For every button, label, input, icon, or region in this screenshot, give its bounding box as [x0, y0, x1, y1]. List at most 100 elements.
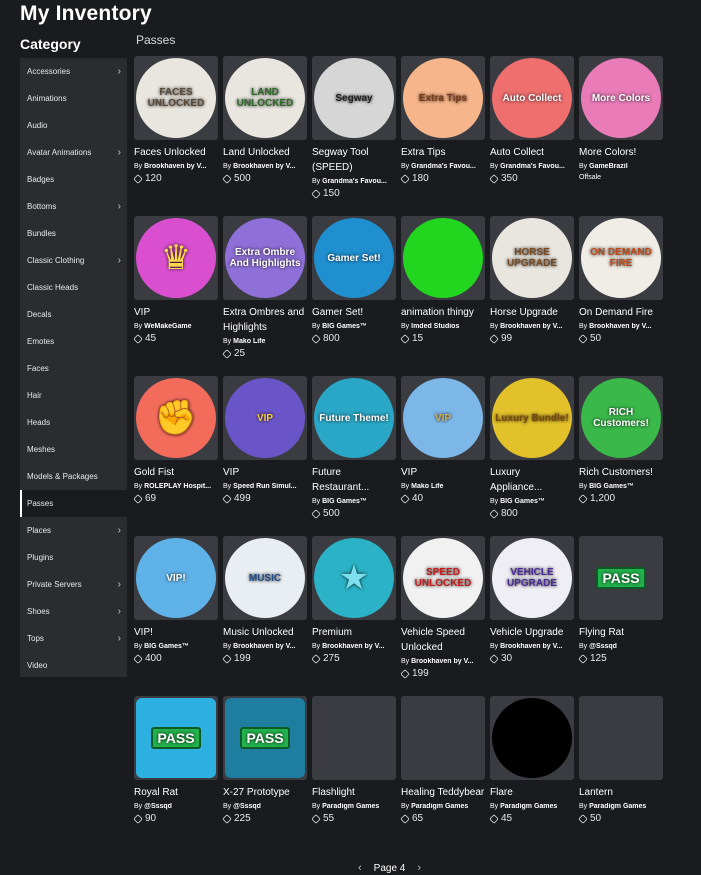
pass-name[interactable]: Premium	[312, 625, 396, 640]
sidebar-item-classic-heads[interactable]: Classic Heads	[20, 274, 127, 301]
pass-thumbnail[interactable]: Gamer Set!	[312, 216, 396, 300]
pass-thumbnail[interactable]: Extra Tips	[401, 56, 485, 140]
pass-name[interactable]: Flying Rat	[579, 625, 663, 640]
pass-creator[interactable]: By Mako Life	[401, 483, 485, 490]
pass-card[interactable]: VIP! VIP! By BIG Games™ 400	[133, 536, 218, 696]
pass-card[interactable]: SPEED UNLOCKED Vehicle Speed Unlocked By B…	[400, 536, 485, 696]
sidebar-item-emotes[interactable]: Emotes	[20, 328, 127, 355]
sidebar-item-bundles[interactable]: Bundles	[20, 220, 127, 247]
pass-card[interactable]: ★ Premium By Brookhaven by V... 275	[311, 536, 396, 696]
pass-card[interactable]: Gamer Set! Gamer Set! By BIG Games™ 800	[311, 216, 396, 376]
pass-card[interactable]: ✊ Gold Fist By ROLEPLAY Hospit... 69	[133, 376, 218, 536]
pass-name[interactable]: Gold Fist	[134, 465, 218, 480]
sidebar-item-passes[interactable]: Passes	[20, 490, 127, 517]
pass-creator[interactable]: By Brookhaven by V...	[490, 643, 574, 650]
pass-name[interactable]: Flare	[490, 785, 574, 800]
pass-card[interactable]: More Colors More Colors! By GameBrazil Offs…	[579, 56, 663, 216]
pass-name[interactable]: Extra Tips	[401, 145, 485, 160]
pass-name[interactable]: Segway Tool (SPEED)	[312, 145, 396, 175]
pass-creator[interactable]: By Imded Studios	[401, 323, 485, 330]
pass-creator[interactable]: By Mako Life	[223, 338, 307, 345]
pass-thumbnail[interactable]: MUSIC	[223, 536, 307, 620]
pass-name[interactable]: VIP	[134, 305, 218, 320]
sidebar-item-avatar-animations[interactable]: Avatar Animations ›	[20, 139, 127, 166]
pass-name[interactable]: Music Unlocked	[223, 625, 307, 640]
pass-thumbnail[interactable]: Segway	[312, 56, 396, 140]
sidebar-item-decals[interactable]: Decals	[20, 301, 127, 328]
pass-thumbnail[interactable]: FACES UNLOCKED	[134, 56, 218, 140]
pass-creator[interactable]: By Brookhaven by V...	[223, 643, 307, 650]
sidebar-item-models-packages[interactable]: Models & Packages	[20, 463, 127, 490]
pass-name[interactable]: X-27 Prototype	[223, 785, 307, 800]
pass-card[interactable]: Healing Teddybear By Paradigm Games 65	[400, 696, 485, 856]
sidebar-item-audio[interactable]: Audio	[20, 112, 127, 139]
pass-name[interactable]: Extra Ombres and Highlights	[223, 305, 307, 335]
pass-name[interactable]: Rich Customers!	[579, 465, 663, 480]
pass-creator[interactable]: By @Sssqd	[579, 643, 663, 650]
pass-name[interactable]: Land Unlocked	[223, 145, 307, 160]
pass-thumbnail[interactable]: ON DEMAND FIRE	[579, 216, 663, 300]
pass-creator[interactable]: By Grandma's Favou...	[490, 163, 574, 170]
pass-card[interactable]: PASS Royal Rat By @Sssqd 90	[133, 696, 218, 856]
pass-thumbnail[interactable]: VIP	[223, 376, 307, 460]
sidebar-item-accessories[interactable]: Accessories ›	[20, 58, 127, 85]
sidebar-item-shoes[interactable]: Shoes ›	[20, 598, 127, 625]
pass-thumbnail[interactable]: Future Theme!	[312, 376, 396, 460]
pass-name[interactable]: Gamer Set!	[312, 305, 396, 320]
pass-name[interactable]: On Demand Fire	[579, 305, 663, 320]
pass-thumbnail[interactable]: HORSE UPGRADE	[490, 216, 574, 300]
sidebar-item-faces[interactable]: Faces	[20, 355, 127, 382]
pass-card[interactable]: PASS Flying Rat By @Sssqd 125	[578, 536, 663, 696]
pass-name[interactable]: VIP	[223, 465, 307, 480]
pass-thumbnail[interactable]: ♛	[134, 216, 218, 300]
pass-card[interactable]: HORSE UPGRADE Horse Upgrade By Brookhaven …	[489, 216, 574, 376]
pass-creator[interactable]: By Grandma's Favou...	[312, 178, 396, 185]
pass-name[interactable]: animation thingy	[401, 305, 485, 320]
pass-creator[interactable]: By BIG Games™	[312, 498, 396, 505]
pass-card[interactable]: PASS X-27 Prototype By @Sssqd 225	[222, 696, 307, 856]
pass-thumbnail[interactable]: ★	[312, 536, 396, 620]
pass-card[interactable]: ♛ VIP By WeMakeGame 45	[133, 216, 218, 376]
pass-thumbnail[interactable]	[401, 216, 485, 300]
pass-name[interactable]: More Colors!	[579, 145, 663, 160]
pass-name[interactable]: Vehicle Upgrade	[490, 625, 574, 640]
sidebar-item-heads[interactable]: Heads	[20, 409, 127, 436]
pass-card[interactable]: LAND UNLOCKED Land Unlocked By Brookhaven …	[222, 56, 307, 216]
sidebar-item-meshes[interactable]: Meshes	[20, 436, 127, 463]
pass-card[interactable]: VIP VIP By Mako Life 40	[400, 376, 485, 536]
pass-thumbnail[interactable]: VIP!	[134, 536, 218, 620]
pass-name[interactable]: Auto Collect	[490, 145, 574, 160]
pass-thumbnail[interactable]: SPEED UNLOCKED	[401, 536, 485, 620]
pass-creator[interactable]: By BIG Games™	[579, 483, 663, 490]
sidebar-item-bottoms[interactable]: Bottoms ›	[20, 193, 127, 220]
pass-card[interactable]: Flashlight By Paradigm Games 55	[311, 696, 396, 856]
pass-name[interactable]: Flashlight	[312, 785, 396, 800]
pass-card[interactable]: Future Theme! Future Restaurant... By BIG …	[311, 376, 396, 536]
pass-creator[interactable]: By Brookhaven by V...	[401, 658, 485, 665]
pass-creator[interactable]: By @Sssqd	[223, 803, 307, 810]
pass-thumbnail[interactable]: Luxury Bundle!	[490, 376, 574, 460]
pass-card[interactable]: Extra Tips Extra Tips By Grandma's Favou..…	[400, 56, 485, 216]
pass-name[interactable]: VIP!	[134, 625, 218, 640]
pass-creator[interactable]: By BIG Games™	[134, 643, 218, 650]
pass-thumbnail[interactable]: RICH Customers!	[579, 376, 663, 460]
sidebar-item-video[interactable]: Video	[20, 652, 127, 679]
pass-name[interactable]: Royal Rat	[134, 785, 218, 800]
pass-card[interactable]: FACES UNLOCKED Faces Unlocked By Brookhave…	[133, 56, 218, 216]
pass-card[interactable]: Auto Collect Auto Collect By Grandma's Fav…	[489, 56, 574, 216]
pass-thumbnail[interactable]: Extra Ombre And Highlights	[223, 216, 307, 300]
pass-thumbnail[interactable]	[401, 696, 485, 780]
pass-creator[interactable]: By Brookhaven by V...	[312, 643, 396, 650]
pass-card[interactable]: MUSIC Music Unlocked By Brookhaven by V...…	[222, 536, 307, 696]
pass-thumbnail[interactable]: PASS	[223, 696, 307, 780]
previous-page-icon[interactable]: ‹	[358, 862, 362, 874]
pass-creator[interactable]: By ROLEPLAY Hospit...	[134, 483, 218, 490]
pass-creator[interactable]: By BIG Games™	[312, 323, 396, 330]
pass-card[interactable]: Flare By Paradigm Games 45	[489, 696, 574, 856]
sidebar-item-plugins[interactable]: Plugins	[20, 544, 127, 571]
pass-creator[interactable]: By Paradigm Games	[579, 803, 663, 810]
pass-thumbnail[interactable]	[490, 696, 574, 780]
pass-thumbnail[interactable]: VEHICLE UPGRADE	[490, 536, 574, 620]
pass-card[interactable]: RICH Customers! Rich Customers! By BIG Gam…	[578, 376, 663, 536]
pass-creator[interactable]: By Paradigm Games	[312, 803, 396, 810]
